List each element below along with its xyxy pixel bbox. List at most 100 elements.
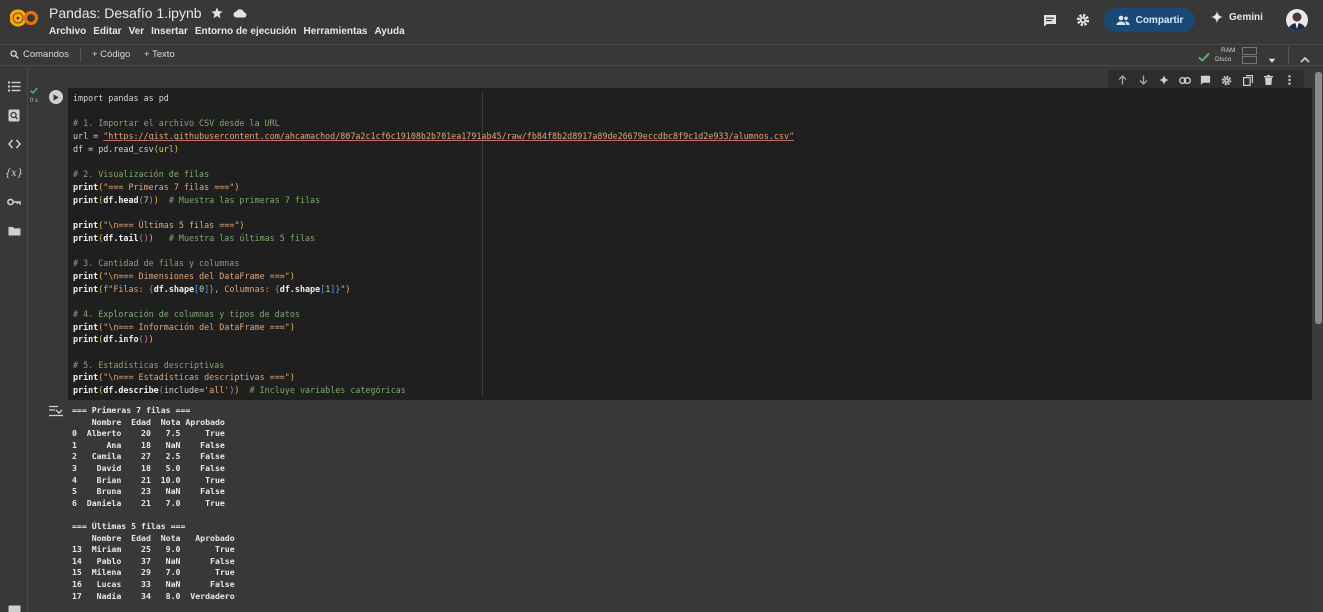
colab-logo[interactable]	[10, 8, 40, 28]
find-replace-icon[interactable]	[7, 108, 21, 122]
add-code-button[interactable]: + Código	[92, 49, 130, 60]
more-options-kebab-icon[interactable]	[1283, 74, 1295, 86]
output-row: 2 Camila 27 2.5 False	[72, 451, 225, 462]
gemini-sparkle-cell-icon[interactable]	[1158, 74, 1170, 86]
user-avatar[interactable]	[1286, 9, 1308, 31]
star-icon[interactable]	[209, 5, 225, 21]
code-print: print	[73, 334, 99, 345]
output-title: === Primeras 7 filas ===	[72, 405, 191, 415]
gemini-button[interactable]: Gemini	[1211, 11, 1263, 23]
commands-button[interactable]: Comandos	[10, 49, 69, 60]
execution-time: 0 s	[30, 98, 39, 104]
output-row: 14 Pablo 37 NaN False	[72, 555, 235, 566]
disk-usage-bar	[1242, 56, 1257, 64]
menu-herramientas[interactable]: Herramientas	[304, 26, 368, 37]
code-fstring: f"Filas:	[103, 283, 149, 294]
code-string: "\n=== Estadísticas descriptivas ==="	[103, 372, 290, 383]
terminal-icon[interactable]	[7, 603, 21, 612]
gemini-sparkle-icon	[1211, 11, 1223, 23]
code-line: import pandas as pd	[73, 93, 169, 103]
disk-label: Disco	[1215, 56, 1232, 63]
link-icon[interactable]	[1179, 74, 1192, 86]
cloud-icon[interactable]	[232, 5, 248, 21]
collapse-chevron-up-icon[interactable]	[1300, 50, 1310, 68]
share-button[interactable]: Compartir	[1104, 8, 1195, 32]
code-read-call: df = pd.read_csv	[73, 143, 154, 154]
code-print: print	[73, 194, 99, 205]
comment-cell-icon[interactable]	[1200, 74, 1212, 86]
files-folder-icon[interactable]	[7, 224, 21, 238]
output-title: === Últimas 5 filas ===	[72, 520, 186, 531]
code-text[interactable]: import pandas as pd # 1. Importar el arc…	[73, 92, 794, 397]
output-row: 4 Brian 21 10.0 True	[72, 474, 225, 485]
code-comment: # 1. Importar el archivo CSV desde la UR…	[73, 118, 280, 129]
menu-editar[interactable]: Editar	[93, 26, 121, 37]
toolbar-divider	[80, 48, 81, 62]
table-of-contents-icon[interactable]	[7, 79, 21, 93]
move-up-arrow-icon[interactable]	[1116, 74, 1128, 86]
code-cell-editor[interactable]: import pandas as pd # 1. Importar el arc…	[68, 88, 1312, 400]
secrets-key-icon[interactable]	[7, 195, 21, 209]
ram-usage-bar	[1242, 47, 1257, 55]
move-down-arrow-icon[interactable]	[1137, 74, 1149, 86]
execution-check-icon	[30, 87, 38, 94]
code-comment: # 3. Cantidad de filas y columnas	[73, 258, 240, 269]
ram-label: RAM	[1221, 47, 1236, 54]
notebook-title[interactable]: Pandas: Desafío 1.ipynb	[49, 5, 202, 21]
output-row: 15 Milena 29 7.0 True	[72, 567, 235, 578]
notebook-scrollbar-thumb[interactable]	[1315, 72, 1322, 324]
menu-insertar[interactable]: Insertar	[151, 26, 188, 37]
variables-icon[interactable]: {x}	[5, 166, 23, 180]
code-comment: # Muestra las últimas 5 filas	[168, 232, 316, 243]
settings-gear-icon[interactable]	[1074, 11, 1092, 29]
cell-toolbar	[1108, 70, 1304, 90]
cell-settings-gear-icon[interactable]	[1221, 74, 1233, 86]
csv-url-string[interactable]: "https://gist.githubusercontent.com/ahca…	[103, 131, 794, 141]
code-comment: # 2. Visualización de filas	[73, 169, 210, 180]
output-row: 13 Miriam 25 9.0 True	[72, 544, 235, 555]
comment-icon[interactable]	[1041, 11, 1059, 29]
output-row: 16 Lucas 33 NaN False	[72, 578, 235, 589]
delete-trash-icon[interactable]	[1263, 74, 1275, 86]
toolbar-divider-right	[1288, 46, 1289, 64]
add-text-button[interactable]: + Texto	[144, 49, 175, 60]
commands-label: Comandos	[23, 49, 69, 60]
code-call: df.head	[103, 194, 139, 205]
output-row: 1 Ana 18 NaN False	[72, 439, 225, 450]
search-icon	[10, 50, 19, 59]
code-string: 'all'	[204, 385, 230, 396]
code-print: print	[73, 321, 99, 332]
output-row: 6 Daniela 21 7.0 True	[72, 497, 225, 508]
people-icon	[1116, 15, 1130, 25]
mirror-cell-icon[interactable]	[1242, 74, 1254, 86]
code-snippets-icon[interactable]	[7, 137, 21, 151]
notebook-toolbar: Comandos + Código + Texto RAM Disco	[0, 44, 1323, 66]
left-sidebar: {x}	[0, 67, 28, 612]
menu-archivo[interactable]: Archivo	[49, 26, 86, 37]
output-table-header: Nombre Edad Nota Aprobado	[72, 416, 225, 427]
code-comment: # Muestra las primeras 7 filas	[168, 194, 321, 205]
code-comment: # Incluye variables categóricas	[249, 385, 406, 396]
cell-output: === Primeras 7 filas === Nombre Edad Not…	[72, 405, 235, 602]
code-print: print	[73, 283, 99, 294]
menu-ver[interactable]: Ver	[129, 26, 145, 37]
run-cell-button[interactable]	[49, 90, 63, 104]
runtime-dropdown-icon[interactable]	[1268, 51, 1276, 69]
output-row: 0 Alberto 20 7.5 True	[72, 428, 225, 439]
code-call: df.shape	[153, 283, 195, 294]
code-string: "\n=== Información del DataFrame ==="	[103, 321, 290, 332]
code-print: print	[73, 220, 99, 231]
code-read-args: (url)	[153, 143, 179, 154]
add-code-label: + Código	[92, 49, 131, 60]
code-fstring: , Columnas:	[214, 283, 275, 294]
code-comment: # 4. Exploración de columnas y tipos de …	[73, 308, 300, 319]
cell-execution-status: 0 s	[30, 87, 38, 105]
output-actions-icon[interactable]	[48, 404, 64, 417]
code-call: df.describe	[103, 385, 159, 396]
menu-ayuda[interactable]: Ayuda	[374, 26, 404, 37]
menu-entorno[interactable]: Entorno de ejecución	[195, 26, 297, 37]
play-icon	[53, 93, 59, 101]
output-row: 5 Bruna 23 NaN False	[72, 486, 225, 497]
code-string: "\n=== Dimensiones del DataFrame ==="	[103, 270, 290, 281]
share-label: Compartir	[1135, 14, 1184, 26]
